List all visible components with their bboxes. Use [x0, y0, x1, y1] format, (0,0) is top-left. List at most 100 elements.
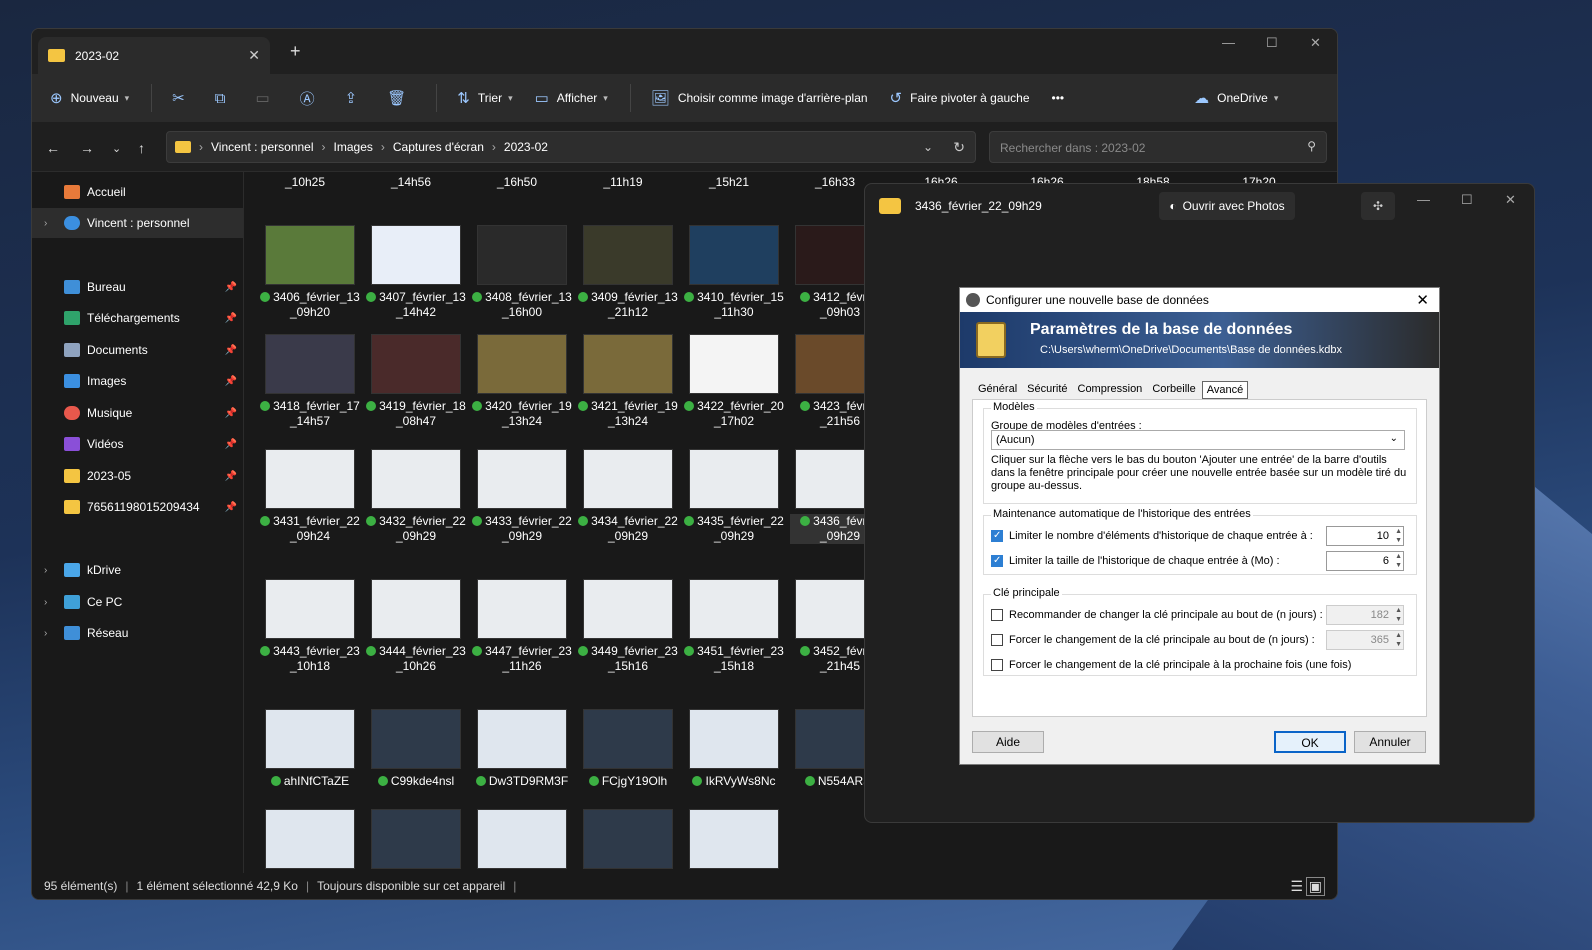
force-days-input[interactable]: 365 ▲ ▼ [1326, 630, 1404, 650]
back-arrow-icon[interactable]: ← [46, 140, 60, 156]
details-view-icon[interactable]: ☰ [1290, 878, 1303, 895]
breadcrumb[interactable]: › Vincent : personnel › Images › Capture… [166, 131, 976, 163]
viewer-maximize-button[interactable]: ☐ [1461, 192, 1473, 208]
file-item[interactable]: 3406_février_13 _09h20 [260, 290, 360, 320]
sidebar-item-bureau[interactable]: Bureau 📌 [32, 272, 243, 302]
force-change-once-checkbox[interactable] [991, 659, 1003, 671]
breadcrumb-images[interactable]: Images [334, 140, 373, 154]
ok-button[interactable]: OK [1274, 731, 1346, 753]
limit-history-size-checkbox[interactable] [991, 555, 1003, 567]
tab-general[interactable]: Général [974, 381, 1021, 399]
rename-button[interactable]: Ⓐ [300, 88, 323, 109]
spinner-arrows-icon[interactable]: ▲ ▼ [1395, 527, 1402, 545]
file-label[interactable]: _10h25 [255, 175, 355, 190]
breadcrumb-2023-02[interactable]: 2023-02 [504, 140, 548, 154]
recommend-change-checkbox[interactable] [991, 609, 1003, 621]
history-count-input[interactable]: 10 ▲ ▼ [1326, 526, 1404, 546]
rotate-left-button[interactable]: ↺ Faire pivoter à gauche [890, 89, 1030, 107]
file-item[interactable]: 3447_février_23 _11h26 [472, 644, 572, 674]
file-item[interactable]: C99kde4nsl [366, 774, 466, 789]
file-thumbnail[interactable] [689, 579, 779, 639]
sidebar-item-ce-pc[interactable]: › Ce PC [32, 587, 243, 617]
file-thumbnail[interactable] [265, 579, 355, 639]
file-item[interactable]: 3419_février_18 _08h47 [366, 399, 466, 429]
sort-button[interactable]: ⇅ Trier ▾ [457, 89, 512, 107]
close-window-button[interactable]: ✕ [1310, 35, 1321, 51]
file-thumbnail[interactable] [371, 334, 461, 394]
file-item[interactable]: 3408_février_13 _16h00 [472, 290, 572, 320]
dialog-close-button[interactable]: ✕ [1416, 291, 1429, 309]
file-label[interactable]: _15h21 [679, 175, 779, 190]
force-change-checkbox[interactable] [991, 634, 1003, 646]
refresh-icon[interactable]: ↻ [953, 139, 965, 156]
file-item[interactable]: 3432_février_22 _09h29 [366, 514, 466, 544]
file-thumbnail[interactable] [265, 449, 355, 509]
sidebar-item-musique[interactable]: Musique 📌 [32, 398, 243, 428]
breadcrumb-vincent[interactable]: Vincent : personnel [211, 140, 314, 154]
file-item[interactable]: ahINfCTaZE [260, 774, 360, 789]
file-thumbnail[interactable] [477, 449, 567, 509]
more-options-button[interactable]: ••• [1052, 91, 1065, 105]
minimize-button[interactable]: — [1222, 35, 1235, 50]
recommend-days-input[interactable]: 182 ▲ ▼ [1326, 605, 1404, 625]
file-thumbnail[interactable] [689, 334, 779, 394]
history-size-input[interactable]: 6 ▲ ▼ [1326, 551, 1404, 571]
chevron-right-icon[interactable]: › [44, 218, 47, 229]
file-thumbnail[interactable] [371, 449, 461, 509]
file-item[interactable]: 3431_février_22 _09h24 [260, 514, 360, 544]
set-background-button[interactable]: 🖼 Choisir comme image d'arrière-plan [651, 89, 868, 107]
chevron-right-icon[interactable]: › [44, 628, 47, 639]
file-thumbnail[interactable] [477, 334, 567, 394]
breadcrumb-captures[interactable]: Captures d'écran [393, 140, 484, 154]
sidebar-item-images[interactable]: Images 📌 [32, 366, 243, 396]
view-button[interactable]: ▭ Afficher ▾ [535, 89, 608, 107]
pin-on-top-button[interactable]: ✣ [1361, 192, 1395, 220]
file-item[interactable]: 3435_février_22 _09h29 [684, 514, 784, 544]
tab-security[interactable]: Sécurité [1023, 381, 1071, 399]
file-item[interactable]: 3420_février_19 _13h24 [472, 399, 572, 429]
recent-chevron-icon[interactable]: ⌄ [112, 142, 121, 155]
file-thumbnail[interactable] [477, 809, 567, 869]
tab-recycle-bin[interactable]: Corbeille [1148, 381, 1199, 399]
share-button[interactable]: ⇪ [345, 89, 366, 107]
cancel-button[interactable]: Annuler [1354, 731, 1426, 753]
sidebar-item-vincent[interactable]: › Vincent : personnel [32, 208, 243, 238]
file-thumbnail[interactable] [689, 809, 779, 869]
file-item[interactable]: 3407_février_13 _14h42 [366, 290, 466, 320]
file-item[interactable]: 3418_février_17 _14h57 [260, 399, 360, 429]
file-thumbnail[interactable] [265, 709, 355, 769]
sidebar-item-reseau[interactable]: › Réseau [32, 618, 243, 648]
file-item[interactable]: 3434_février_22 _09h29 [578, 514, 678, 544]
file-thumbnail[interactable] [583, 225, 673, 285]
file-label[interactable]: _11h19 [573, 175, 673, 190]
delete-button[interactable]: 🗑 [387, 89, 414, 107]
maximize-button[interactable]: ☐ [1266, 35, 1278, 51]
file-thumbnail[interactable] [265, 809, 355, 869]
forward-arrow-icon[interactable]: → [80, 140, 94, 156]
file-item[interactable]: 3443_février_23 _10h18 [260, 644, 360, 674]
file-thumbnail[interactable] [583, 809, 673, 869]
sidebar-item-kdrive[interactable]: › kDrive [32, 555, 243, 585]
file-thumbnail[interactable] [583, 579, 673, 639]
sidebar-item-2023-05[interactable]: 2023-05 📌 [32, 461, 243, 491]
tab-advanced[interactable]: Avancé [1201, 381, 1249, 399]
file-thumbnail[interactable] [371, 579, 461, 639]
onedrive-button[interactable]: ☁ OneDrive ▾ [1194, 89, 1278, 107]
spinner-arrows-icon[interactable]: ▲ ▼ [1395, 631, 1402, 649]
sidebar-item-home[interactable]: Accueil [32, 177, 243, 207]
file-item[interactable]: 3409_février_13 _21h12 [578, 290, 678, 320]
file-item[interactable]: 3433_février_22 _09h29 [472, 514, 572, 544]
spinner-arrows-icon[interactable]: ▲ ▼ [1395, 552, 1402, 570]
tab-2023-02[interactable]: 2023-02 ✕ [38, 37, 270, 74]
search-input[interactable]: Rechercher dans : 2023-02 ⚲ [989, 131, 1327, 163]
file-thumbnail[interactable] [477, 225, 567, 285]
file-item[interactable]: 3449_février_23 _15h16 [578, 644, 678, 674]
file-thumbnail[interactable] [265, 225, 355, 285]
tab-compression[interactable]: Compression [1074, 381, 1147, 399]
file-item[interactable]: 3421_février_19 _13h24 [578, 399, 678, 429]
copy-button[interactable]: ⧉ [215, 90, 234, 107]
sidebar-item-videos[interactable]: Vidéos 📌 [32, 429, 243, 459]
sidebar-item-telechargements[interactable]: Téléchargements 📌 [32, 303, 243, 333]
chevron-right-icon[interactable]: › [44, 565, 47, 576]
sidebar-item-documents[interactable]: Documents 📌 [32, 335, 243, 365]
